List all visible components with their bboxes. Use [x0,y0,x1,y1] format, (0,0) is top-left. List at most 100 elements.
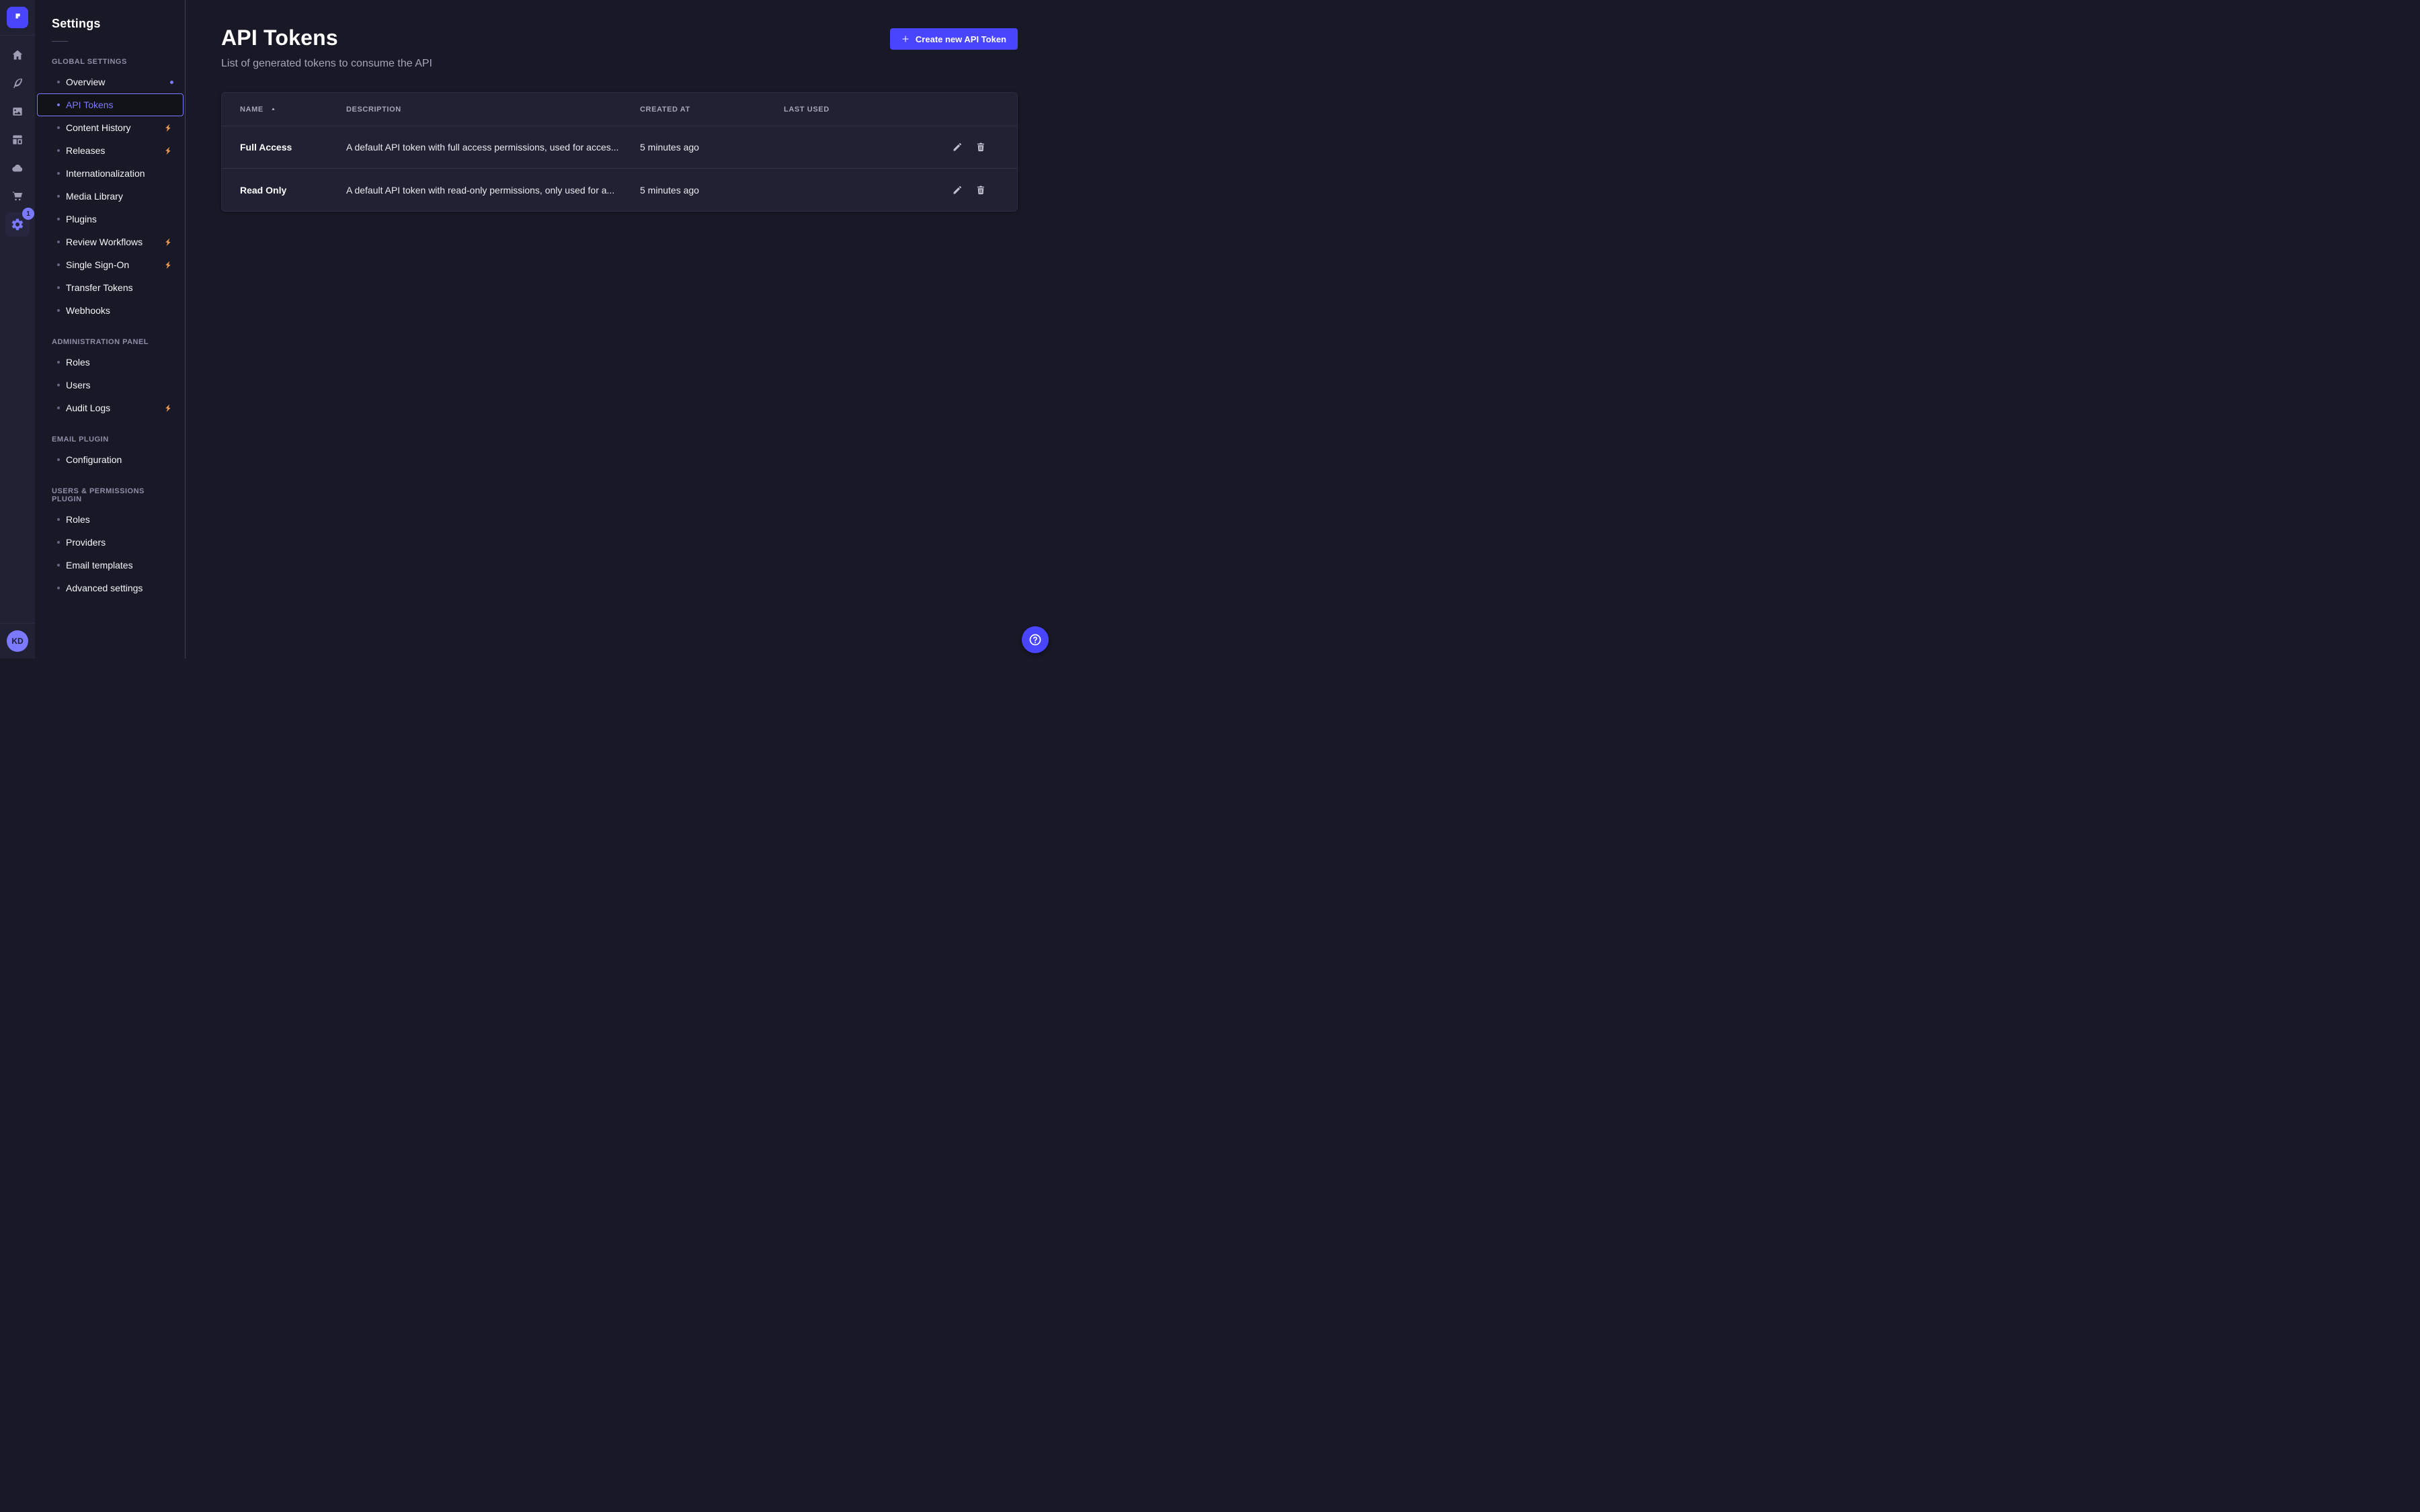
sidebar-item-webhooks[interactable]: Webhooks [37,299,184,322]
notification-dot [170,81,173,84]
bullet-dot [57,103,60,106]
token-name: Read Only [240,185,346,196]
sidebar-item-label: Roles [66,357,90,368]
column-header-label: NAME [240,106,264,114]
sidebar-item-label: Configuration [66,454,122,465]
bullet-dot [57,458,60,461]
column-header-created-at: CREATED AT [640,106,784,114]
sidebar-item-configuration[interactable]: Configuration [37,448,184,471]
page-title: API Tokens [221,26,432,50]
bullet-dot [57,384,60,386]
column-header-name[interactable]: NAME [240,106,346,114]
bullet-dot [57,518,60,521]
sidebar-section-label-users-permissions-plugin: USERS & PERMISSIONS PLUGIN [52,487,168,503]
bullet-dot [57,218,60,220]
bullet-dot [57,241,60,243]
rail-button-settings-gear[interactable]: 1 [5,212,30,237]
bullet-dot [57,361,60,364]
rail-button-content-type-builder-feather[interactable] [5,71,30,95]
table-row-full-access[interactable]: Full AccessA default API token with full… [222,126,1017,169]
delete-icon [975,185,986,196]
sidebar-item-review-workflows[interactable]: Review Workflows [37,230,184,253]
edit-icon [952,142,963,153]
layout-icon [11,133,24,146]
sidebar-item-label: Email templates [66,560,133,571]
notification-badge: 1 [22,208,34,220]
settings-subnav: Settings GLOBAL SETTINGSOverviewAPI Toke… [35,0,186,659]
sidebar-item-label: Content History [66,122,130,133]
sidebar-section-label-email-plugin: EMAIL PLUGIN [52,435,168,444]
question-mark-icon [1028,632,1043,647]
home-icon [11,48,24,62]
sort-ascending-icon [264,106,276,112]
cloud-icon [11,161,24,175]
sidebar-item-label: Releases [66,145,105,156]
api-tokens-table: NAMEDESCRIPTIONCREATED ATLAST USED Full … [221,92,1018,212]
sidebar-item-roles[interactable]: Roles [37,351,184,374]
marketplace-cart-icon [11,190,24,203]
plus-icon [901,35,910,43]
sidebar-item-label: Providers [66,537,106,548]
bullet-dot [57,126,60,129]
edit-button[interactable] [949,139,965,155]
table-header-row: NAMEDESCRIPTIONCREATED ATLAST USED [222,93,1017,126]
sidebar-item-email-templates[interactable]: Email templates [37,554,184,577]
sidebar-item-transfer-tokens[interactable]: Transfer Tokens [37,276,184,299]
column-header-label: CREATED AT [640,106,690,114]
sidebar-item-api-tokens[interactable]: API Tokens [37,93,184,116]
sidebar-item-label: Advanced settings [66,583,143,593]
sidebar-item-label: Transfer Tokens [66,282,133,293]
sidebar-item-label: Users [66,380,91,390]
edit-button[interactable] [949,182,965,198]
bolt-icon [163,123,173,133]
column-header-last-used: LAST USED [784,106,934,114]
token-name: Full Access [240,142,346,153]
strapi-logo[interactable] [7,7,28,28]
help-button[interactable] [1022,626,1049,653]
bullet-dot [57,286,60,289]
sidebar-item-label: Plugins [66,214,97,224]
bullet-dot [57,587,60,589]
sidebar-item-users[interactable]: Users [37,374,184,396]
sidebar-item-audit-logs[interactable]: Audit Logs [37,396,184,419]
rail-button-media-library[interactable] [5,99,30,124]
rail-button-marketplace-cart[interactable] [5,184,30,208]
bullet-dot [57,195,60,198]
sidebar-item-media-library[interactable]: Media Library [37,185,184,208]
media-library-icon [11,105,24,118]
sidebar-item-overview[interactable]: Overview [37,71,184,93]
delete-button[interactable] [973,139,989,155]
app-root: 1 KD Settings GLOBAL SETTINGSOverviewAPI… [0,0,1054,659]
sidebar-item-internationalization[interactable]: Internationalization [37,162,184,185]
sidebar-item-advanced-settings[interactable]: Advanced settings [37,577,184,599]
sidebar-item-roles[interactable]: Roles [37,508,184,531]
rail-button-cloud[interactable] [5,156,30,180]
subnav-title: Settings [52,17,185,31]
create-api-token-button[interactable]: Create new API Token [890,28,1018,50]
sidebar-item-label: Single Sign-On [66,259,129,270]
sidebar-item-label: API Tokens [66,99,114,110]
sidebar-item-label: Webhooks [66,305,110,316]
table-row-read-only[interactable]: Read OnlyA default API token with read-o… [222,169,1017,211]
sidebar-item-providers[interactable]: Providers [37,531,184,554]
bullet-dot [57,263,60,266]
bullet-dot [57,541,60,544]
sidebar-item-label: Media Library [66,191,123,202]
user-avatar[interactable]: KD [7,630,28,652]
rail-button-home[interactable] [5,43,30,67]
sidebar-item-plugins[interactable]: Plugins [37,208,184,230]
page-subtitle: List of generated tokens to consume the … [221,58,432,70]
delete-button[interactable] [973,182,989,198]
sidebar-item-releases[interactable]: Releases [37,139,184,162]
bullet-dot [57,309,60,312]
bolt-icon [163,260,173,270]
token-description: A default API token with full access per… [346,142,640,153]
token-description: A default API token with read-only permi… [346,185,640,196]
main-nav-rail: 1 KD [0,0,35,659]
rail-button-layout[interactable] [5,128,30,152]
bullet-dot [57,81,60,83]
rail-divider [0,35,35,36]
sidebar-item-single-sign-on[interactable]: Single Sign-On [37,253,184,276]
token-created-at: 5 minutes ago [640,185,784,196]
sidebar-item-content-history[interactable]: Content History [37,116,184,139]
